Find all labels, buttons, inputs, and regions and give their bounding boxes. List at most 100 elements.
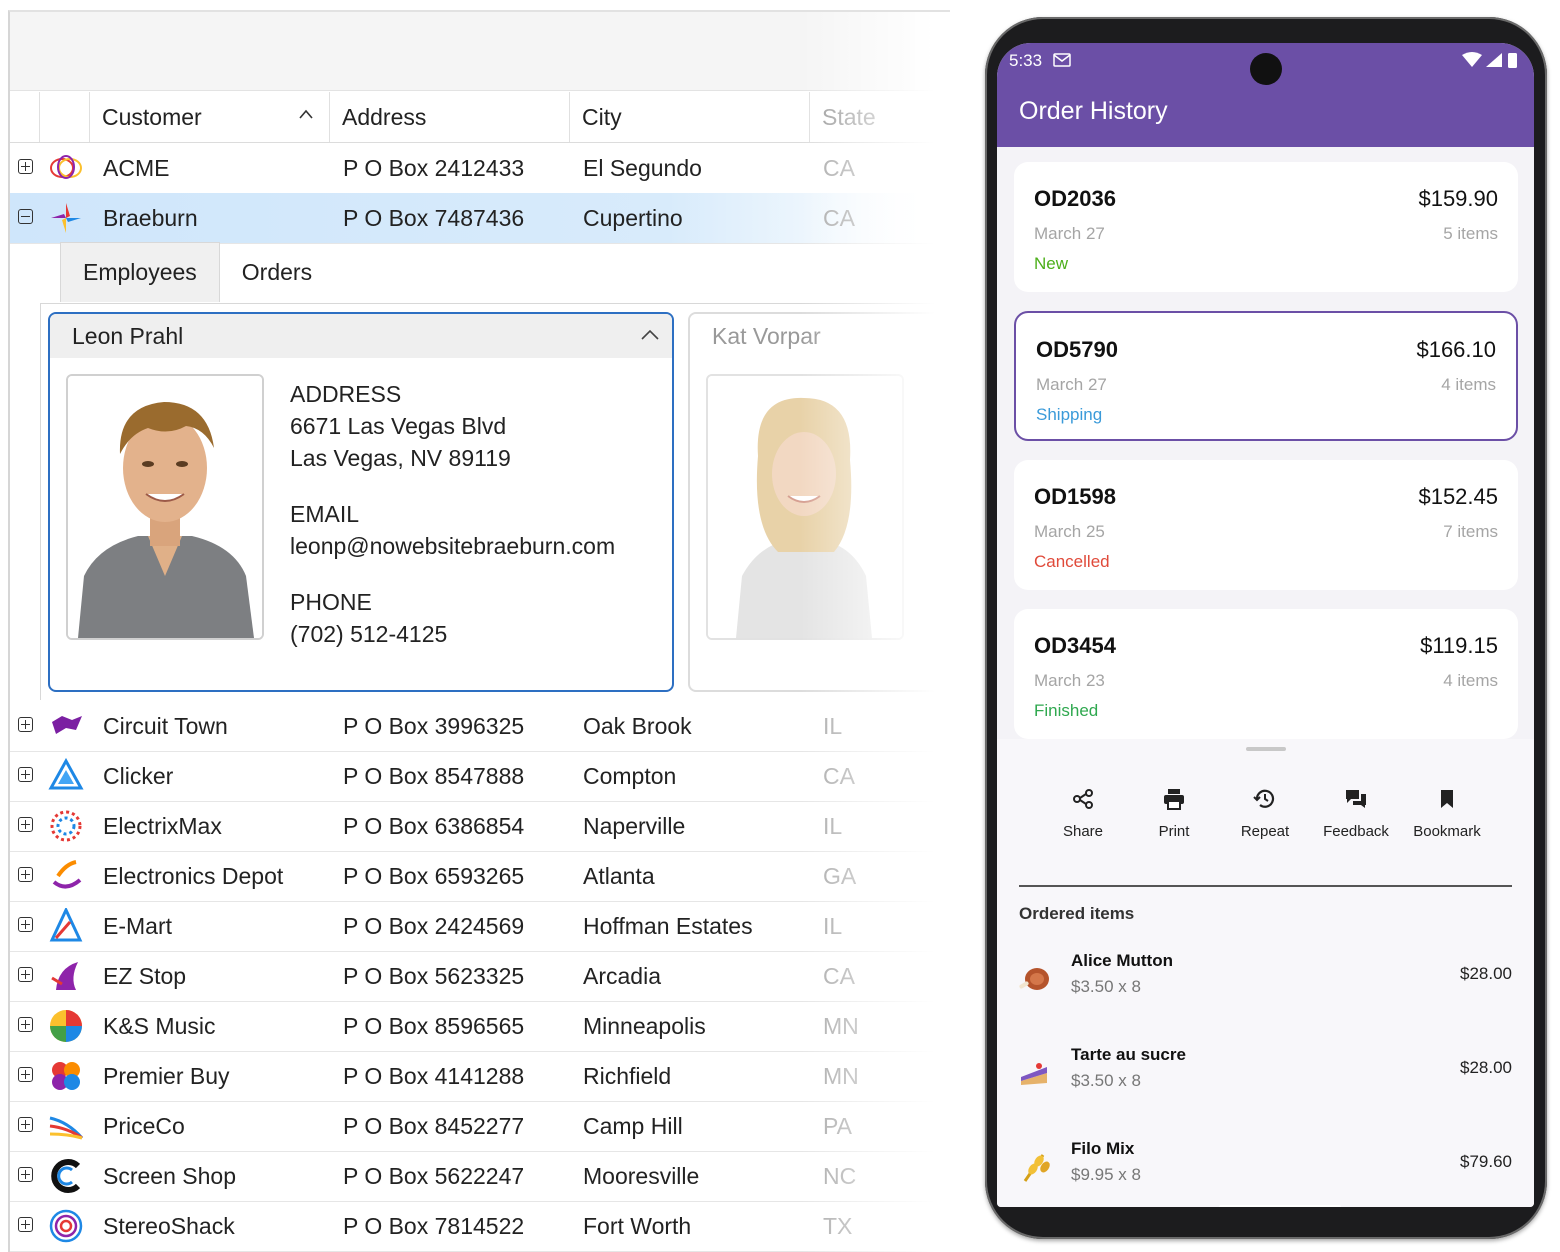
order-card[interactable]: OD5790 $166.10 March 27 4 items Shipping [1014,311,1518,441]
expand-row-icon[interactable] [18,159,33,174]
order-card[interactable]: OD1598 $152.45 March 25 7 items Cancelled [1014,460,1518,590]
expand-row-icon[interactable] [18,1117,33,1132]
table-row[interactable]: PriceCo P O Box 8452277 Camp Hill PA [10,1101,950,1152]
notification-icon [1053,53,1071,67]
action-bookmark[interactable]: Bookmark [1402,787,1492,840]
header-state[interactable]: State [810,92,950,142]
customer-city: Arcadia [583,962,661,989]
ordered-item[interactable]: Tarte au sucre $3.50 x 8 $28.00 [997,1045,1534,1115]
company-logo-icon [52,860,82,889]
customer-state: IL [823,712,843,739]
order-total: $159.90 [1418,186,1498,211]
header-state-label: State [822,103,876,130]
man-portrait-icon [68,376,262,638]
phone-frame: 5:33 Order History OD2036 $159.90 March 27… [985,17,1547,1239]
expand-row-icon[interactable] [18,917,33,932]
table-row[interactable]: Clicker P O Box 8547888 Compton CA [10,751,950,802]
expand-row-icon[interactable] [18,867,33,882]
table-row[interactable]: Circuit Town P O Box 3996325 Oak Brook IL [10,701,950,752]
sheet-divider [1019,885,1512,887]
table-row[interactable]: ElectrixMax P O Box 6386854 Naperville IL [10,801,950,852]
order-date: March 23 [1034,671,1105,690]
drag-handle[interactable] [1246,747,1286,751]
customer-address: P O Box 6386854 [343,812,525,839]
customer-state: GA [823,862,857,889]
bookmark-icon [1441,790,1453,808]
order-card[interactable]: OD2036 $159.90 March 27 5 items New [1014,162,1518,292]
customer-state: MN [823,1062,859,1089]
home-indicator[interactable] [1219,1205,1341,1207]
customer-state: CA [823,154,855,181]
app-bar: 5:33 Order History [997,43,1534,147]
customer-address: P O Box 4141288 [343,1062,525,1089]
customer-city: Camp Hill [583,1112,683,1139]
expand-row-icon[interactable] [18,717,33,732]
table-row[interactable]: K&S Music P O Box 8596565 Minneapolis MN [10,1001,950,1052]
chevron-up-icon[interactable] [640,328,660,342]
table-row[interactable]: E-Mart P O Box 2424569 Hoffman Estates IL [10,901,950,952]
customer-city: Oak Brook [583,712,692,739]
table-row[interactable]: Premier Buy P O Box 4141288 Richfield MN [10,1051,950,1102]
table-row-selected[interactable]: Braeburn P O Box 7487436 Cupertino CA [10,193,950,244]
order-total: $152.45 [1418,484,1498,509]
company-logo-icon [49,1116,84,1140]
action-label: Share [1062,823,1104,840]
action-feedback[interactable]: Feedback [1311,787,1401,840]
table-row[interactable]: Electronics Depot P O Box 6593265 Atlanta G… [10,851,950,902]
customer-address: P O Box 7814522 [343,1212,525,1239]
order-card[interactable]: OD3454 $119.15 March 23 4 items Finished [1014,609,1518,739]
customer-state: CA [823,762,855,789]
expand-row-icon[interactable] [18,1167,33,1182]
order-id: OD3454 [1034,633,1116,658]
ordered-item[interactable]: Filo Mix $9.95 x 8 $79.60 [997,1139,1534,1207]
ordered-item[interactable]: Alice Mutton $3.50 x 8 $28.00 [997,951,1534,1021]
expand-row-icon[interactable] [18,1017,33,1032]
ordered-items-title: Ordered items [1019,904,1135,923]
tab-orders[interactable]: Orders [220,242,334,302]
table-row[interactable]: StereoShack P O Box 7814522 Fort Worth TX [10,1201,950,1252]
phone-value[interactable]: (702) 512-4125 [290,618,615,650]
company-logo-icon [48,758,84,790]
customer-grid: Customer Address City State ACME P O Box… [8,10,950,1252]
customer-name: PriceCo [103,1112,185,1139]
customer-name: ElectrixMax [103,812,222,839]
header-customer[interactable]: Customer [90,92,330,142]
table-row[interactable]: ACME P O Box 2412433 El Segundo CA [10,143,950,194]
collapse-row-icon[interactable] [18,209,33,224]
table-row[interactable]: Screen Shop P O Box 5622247 Mooresville NC [10,1151,950,1202]
expand-row-icon[interactable] [18,1067,33,1082]
customer-state: MN [823,1012,859,1039]
action-print[interactable]: Print [1129,787,1219,840]
email-value[interactable]: leonp@nowebsitebraeburn.com [290,530,615,562]
company-logo-icon [52,1062,80,1090]
history-icon [1253,789,1275,808]
order-status: Cancelled [1034,552,1110,571]
tab-employees[interactable]: Employees [60,242,220,302]
customer-state: CA [823,962,855,989]
header-address[interactable]: Address [330,92,570,142]
detail-tabs: Employees Orders [60,242,334,304]
company-logo-icon [50,810,82,842]
customer-name: Screen Shop [103,1162,236,1189]
header-city[interactable]: City [570,92,810,142]
employee-card[interactable]: Leon Prahl ADDRESS 6671 Las Vegas Blvd L… [48,312,674,692]
customer-name: ACME [103,154,170,181]
expand-row-icon[interactable] [18,817,33,832]
customer-name: Electronics Depot [103,862,284,889]
expand-row-icon[interactable] [18,767,33,782]
action-repeat[interactable]: Repeat [1220,787,1310,840]
item-price: $28.00 [1460,964,1512,983]
employee-card-2-header[interactable]: Kat Vorpar [690,314,950,358]
employee-card-2[interactable]: Kat Vorpar [688,312,950,692]
company-logo-icon [51,962,78,990]
customer-city: Mooresville [583,1162,700,1189]
action-share[interactable]: Share [1038,787,1128,840]
header-city-label: City [582,103,622,130]
employee-card-header[interactable]: Leon Prahl [50,314,672,358]
expand-row-icon[interactable] [18,1217,33,1232]
expand-row-icon[interactable] [18,967,33,982]
email-label: EMAIL [290,501,360,527]
table-row[interactable]: EZ Stop P O Box 5623325 Arcadia CA [10,951,950,1002]
item-price: $28.00 [1460,1058,1512,1077]
customer-city: Compton [583,762,677,789]
